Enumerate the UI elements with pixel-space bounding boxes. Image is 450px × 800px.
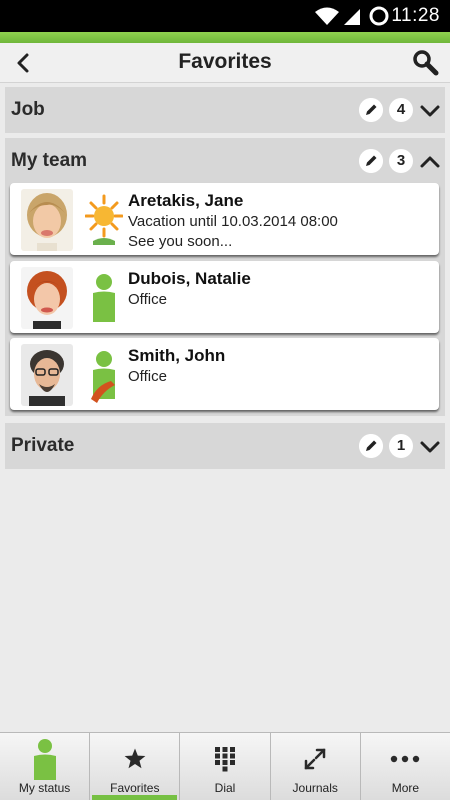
group-title: Private [11,435,75,456]
bottom-nav: My status Favorites Dial Journals More [0,732,450,800]
nav-label: Journals [292,781,338,795]
group-private[interactable]: Private 1 [5,423,445,469]
nav-journals[interactable]: Journals [270,733,361,800]
contact-status-text: Office [128,291,167,308]
chevron-down-icon[interactable] [419,100,441,122]
group-title: My team [11,150,88,171]
member-count-badge: 4 [389,98,413,122]
nav-label: Dial [214,781,236,795]
nav-favorites[interactable]: Favorites [90,733,181,800]
contact-note: See you soon... [128,233,233,250]
call-arrows-icon [304,748,326,770]
signal-icon [344,9,360,25]
chevron-down-icon[interactable] [419,436,441,458]
on-phone-person-icon [91,351,115,403]
nav-dial[interactable]: Dial [180,733,271,800]
wifi-icon [315,7,339,25]
edit-pencil-icon[interactable] [359,434,383,458]
contact-status-text: Office [128,368,167,385]
available-person-icon [93,274,115,322]
search-icon[interactable] [410,47,440,77]
contact-card[interactable]: Smith, John Office [10,338,439,410]
contact-name: Aretakis, Jane [128,191,244,210]
group-title: Job [11,99,45,120]
person-status-icon [33,739,56,780]
status-bar: 11:28 [0,0,450,32]
nav-label: Favorites [110,781,160,795]
accent-line [0,32,450,43]
page-title: Favorites [178,50,272,73]
contact-card[interactable]: Dubois, Natalie Office [10,261,439,333]
group-job[interactable]: Job 4 [5,87,445,133]
active-indicator [92,795,178,800]
sync-icon [369,6,389,26]
avatar [21,189,73,251]
nav-my-status[interactable]: My status [0,733,91,800]
chevron-up-icon[interactable] [419,151,441,173]
edit-pencil-icon[interactable] [359,98,383,122]
more-dots-icon [391,755,420,763]
nav-label: More [391,781,420,795]
app-header: Favorites [0,43,450,83]
avatar [21,344,73,406]
contact-name: Smith, John [128,346,226,365]
nav-more[interactable]: More [360,733,450,800]
member-count-badge: 1 [389,434,413,458]
avatar [21,267,73,329]
nav-label: My status [18,781,71,795]
contact-name: Dubois, Natalie [128,269,251,288]
member-count-badge: 3 [389,149,413,173]
contact-card[interactable]: Aretakis, Jane Vacation until 10.03.2014… [10,183,439,255]
dialpad-icon [215,747,235,772]
star-icon [124,748,146,769]
vacation-sun-icon [85,194,123,245]
clock: 11:28 [391,5,440,26]
contact-status-text: Vacation until 10.03.2014 08:00 [128,213,338,230]
edit-pencil-icon[interactable] [359,149,383,173]
